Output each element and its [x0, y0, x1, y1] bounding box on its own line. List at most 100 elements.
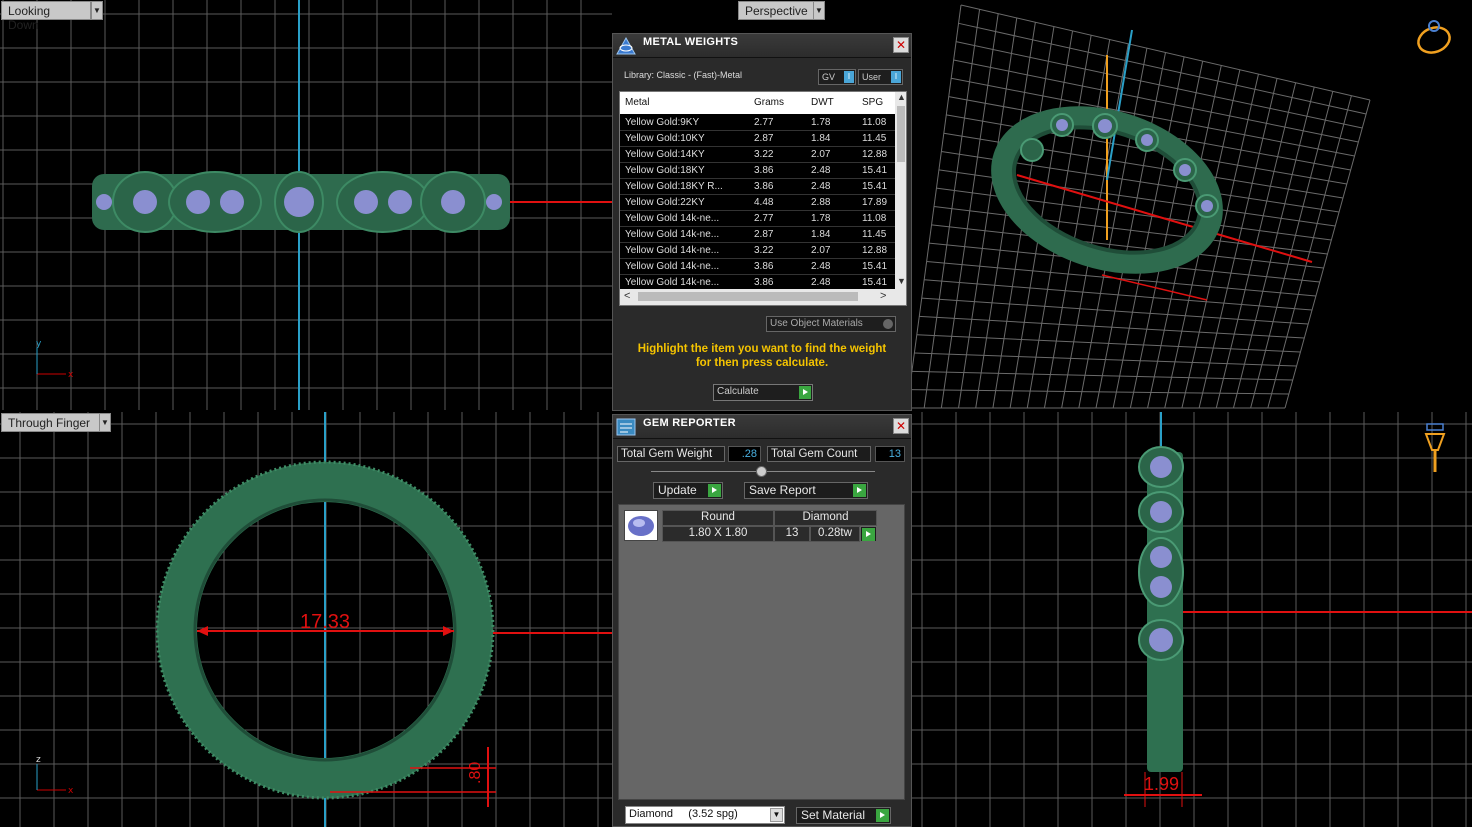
viewport-canvas[interactable]: 1.99 [912, 412, 1472, 827]
play-icon [876, 809, 889, 822]
metal-table[interactable]: Metal Grams DWT SPG Yellow Gold:9KY 2.77 1… [619, 91, 907, 306]
table-row[interactable]: Yellow Gold 14k-ne... 3.22 2.07 12.88 [620, 243, 895, 259]
horizontal-scrollbar[interactable]: < > [620, 289, 906, 305]
table-cell: 3.86 [754, 261, 774, 272]
chevron-down-icon[interactable]: ▼ [770, 808, 783, 822]
gem-size: 1.80 X 1.80 [662, 526, 774, 542]
gem-detail-button[interactable] [860, 526, 877, 542]
chevron-down-icon[interactable]: ▼ [813, 1, 825, 20]
column-header[interactable]: SPG [862, 97, 883, 108]
table-row[interactable]: Yellow Gold:18KY 3.86 2.48 15.41 [620, 163, 895, 179]
ring-model [1138, 446, 1184, 772]
axis-indicator: x y [36, 339, 74, 380]
table-row[interactable]: Yellow Gold:22KY 4.48 2.88 17.89 [620, 195, 895, 211]
panel-title-bar[interactable]: GEM REPORTER ✕ [613, 415, 911, 439]
update-label: Update [658, 483, 697, 497]
close-icon[interactable]: ✕ [893, 418, 909, 434]
panel-title: GEM REPORTER [643, 417, 736, 429]
instruction-text: Highlight the item you want to find the … [613, 342, 911, 370]
calculate-label: Calculate [717, 386, 759, 397]
dimension-label: 17.33 [300, 611, 350, 633]
scroll-up-icon[interactable]: ▲ [897, 92, 906, 102]
material-select-value: Diamond (3.52 spg) [629, 808, 738, 820]
table-row[interactable]: Yellow Gold:9KY 2.77 1.78 11.08 [620, 115, 895, 131]
gem-material: Diamond [774, 510, 877, 526]
scroll-thumb[interactable] [638, 292, 858, 301]
table-cell: 11.08 [862, 117, 887, 128]
table-cell: 2.88 [811, 197, 831, 208]
set-material-label: Set Material [801, 808, 866, 822]
gem-reporter-icon [616, 418, 636, 436]
viewport-canvas[interactable]: 17.33 .80 x z [0, 412, 612, 827]
axis-indicator: x z [36, 755, 74, 796]
total-gem-weight-value: .28 [728, 446, 761, 462]
splitter-knob[interactable] [756, 466, 767, 477]
table-cell: 15.41 [862, 261, 888, 272]
update-button[interactable]: Update [653, 482, 723, 499]
table-cell: Yellow Gold 14k-ne... [625, 229, 720, 240]
panel-title-bar[interactable]: METAL WEIGHTS ✕ [613, 34, 911, 58]
table-row[interactable]: Yellow Gold 14k-ne... 2.87 1.84 11.45 [620, 227, 895, 243]
table-cell: 15.41 [862, 165, 888, 176]
table-cell: 2.07 [811, 245, 831, 256]
table-cell: 17.89 [862, 197, 888, 208]
instruction-line: Highlight the item you want to find the … [637, 343, 887, 355]
viewport-looking-down[interactable]: x y Looking Down ▼ [0, 0, 612, 410]
set-material-button[interactable]: Set Material [796, 807, 891, 824]
table-cell: 12.88 [862, 245, 888, 256]
save-report-button[interactable]: Save Report [744, 482, 868, 499]
gem-shape: Round [662, 510, 774, 526]
table-cell: 1.84 [811, 133, 831, 144]
viewport-label[interactable]: Looking Down [1, 1, 91, 32]
table-cell: 15.41 [862, 181, 888, 192]
table-row[interactable]: Yellow Gold 14k-ne... 2.77 1.78 11.08 [620, 211, 895, 227]
viewport-canvas[interactable]: x y [0, 0, 612, 410]
table-cell: 11.45 [862, 229, 887, 240]
material-select[interactable]: Diamond (3.52 spg) ▼ [625, 806, 785, 824]
table-cell: Yellow Gold 14k-ne... [625, 277, 720, 288]
table-cell: 1.78 [811, 213, 831, 224]
table-row[interactable]: Yellow Gold:14KY 3.22 2.07 12.88 [620, 147, 895, 163]
play-icon [799, 386, 811, 399]
viewport-through-finger[interactable]: 17.33 .80 x z Through Finger ▼ [0, 412, 612, 827]
gem-list[interactable]: Round Diamond 1.80 X 1.80 13 0.28tw [618, 504, 905, 800]
ring-orbit-icon[interactable] [1415, 20, 1453, 57]
radio-icon [883, 319, 893, 329]
table-row[interactable]: Yellow Gold:10KY 2.87 1.84 11.45 [620, 131, 895, 147]
table-cell: 2.48 [811, 261, 831, 272]
column-header[interactable]: DWT [811, 97, 834, 108]
close-icon[interactable]: ✕ [893, 37, 909, 53]
ring-model [92, 171, 510, 233]
table-row[interactable]: Yellow Gold 14k-ne... 3.86 2.48 15.41 [620, 259, 895, 275]
table-cell: 1.78 [811, 117, 831, 128]
viewport-label[interactable]: Through Finger [1, 413, 101, 432]
viewport-side[interactable]: 1.99 [912, 412, 1472, 827]
gv-toggle[interactable]: GV I [818, 69, 856, 85]
column-header[interactable]: Grams [754, 97, 784, 108]
total-gem-count-label: Total Gem Count [767, 446, 871, 462]
library-label: Library: Classic - (Fast)-Metal [624, 70, 743, 80]
table-cell: 2.87 [754, 133, 774, 144]
scroll-left-icon[interactable]: < [624, 290, 630, 302]
calculate-button[interactable]: Calculate [713, 384, 813, 401]
gv-toggle-label: GV [822, 72, 836, 82]
scroll-down-icon[interactable]: ▼ [897, 276, 906, 286]
table-cell: 3.22 [754, 245, 774, 256]
svg-text:x: x [68, 786, 74, 796]
table-row[interactable]: Yellow Gold:18KY R... 3.86 2.48 15.41 [620, 179, 895, 195]
gem-weight: 0.28tw [810, 526, 860, 542]
table-cell: Yellow Gold:14KY [625, 149, 705, 160]
metal-weights-panel: METAL WEIGHTS ✕ Library: Classic - (Fast… [612, 33, 912, 411]
scroll-thumb[interactable] [897, 106, 905, 162]
table-cell: 1.84 [811, 229, 831, 240]
chevron-down-icon[interactable]: ▼ [99, 413, 111, 432]
column-header[interactable]: Metal [625, 97, 649, 108]
user-toggle[interactable]: User I [858, 69, 903, 85]
chevron-down-icon[interactable]: ▼ [91, 1, 103, 20]
gem-row[interactable]: Round Diamond 1.80 X 1.80 13 0.28tw [622, 509, 884, 543]
ring-stand-icon[interactable] [1424, 423, 1446, 472]
scroll-right-icon[interactable]: > [880, 290, 886, 302]
viewport-label[interactable]: Perspective [738, 1, 814, 20]
vertical-scrollbar[interactable]: ▲ ▼ [895, 92, 906, 289]
use-object-materials-toggle[interactable]: Use Object Materials [766, 316, 896, 332]
